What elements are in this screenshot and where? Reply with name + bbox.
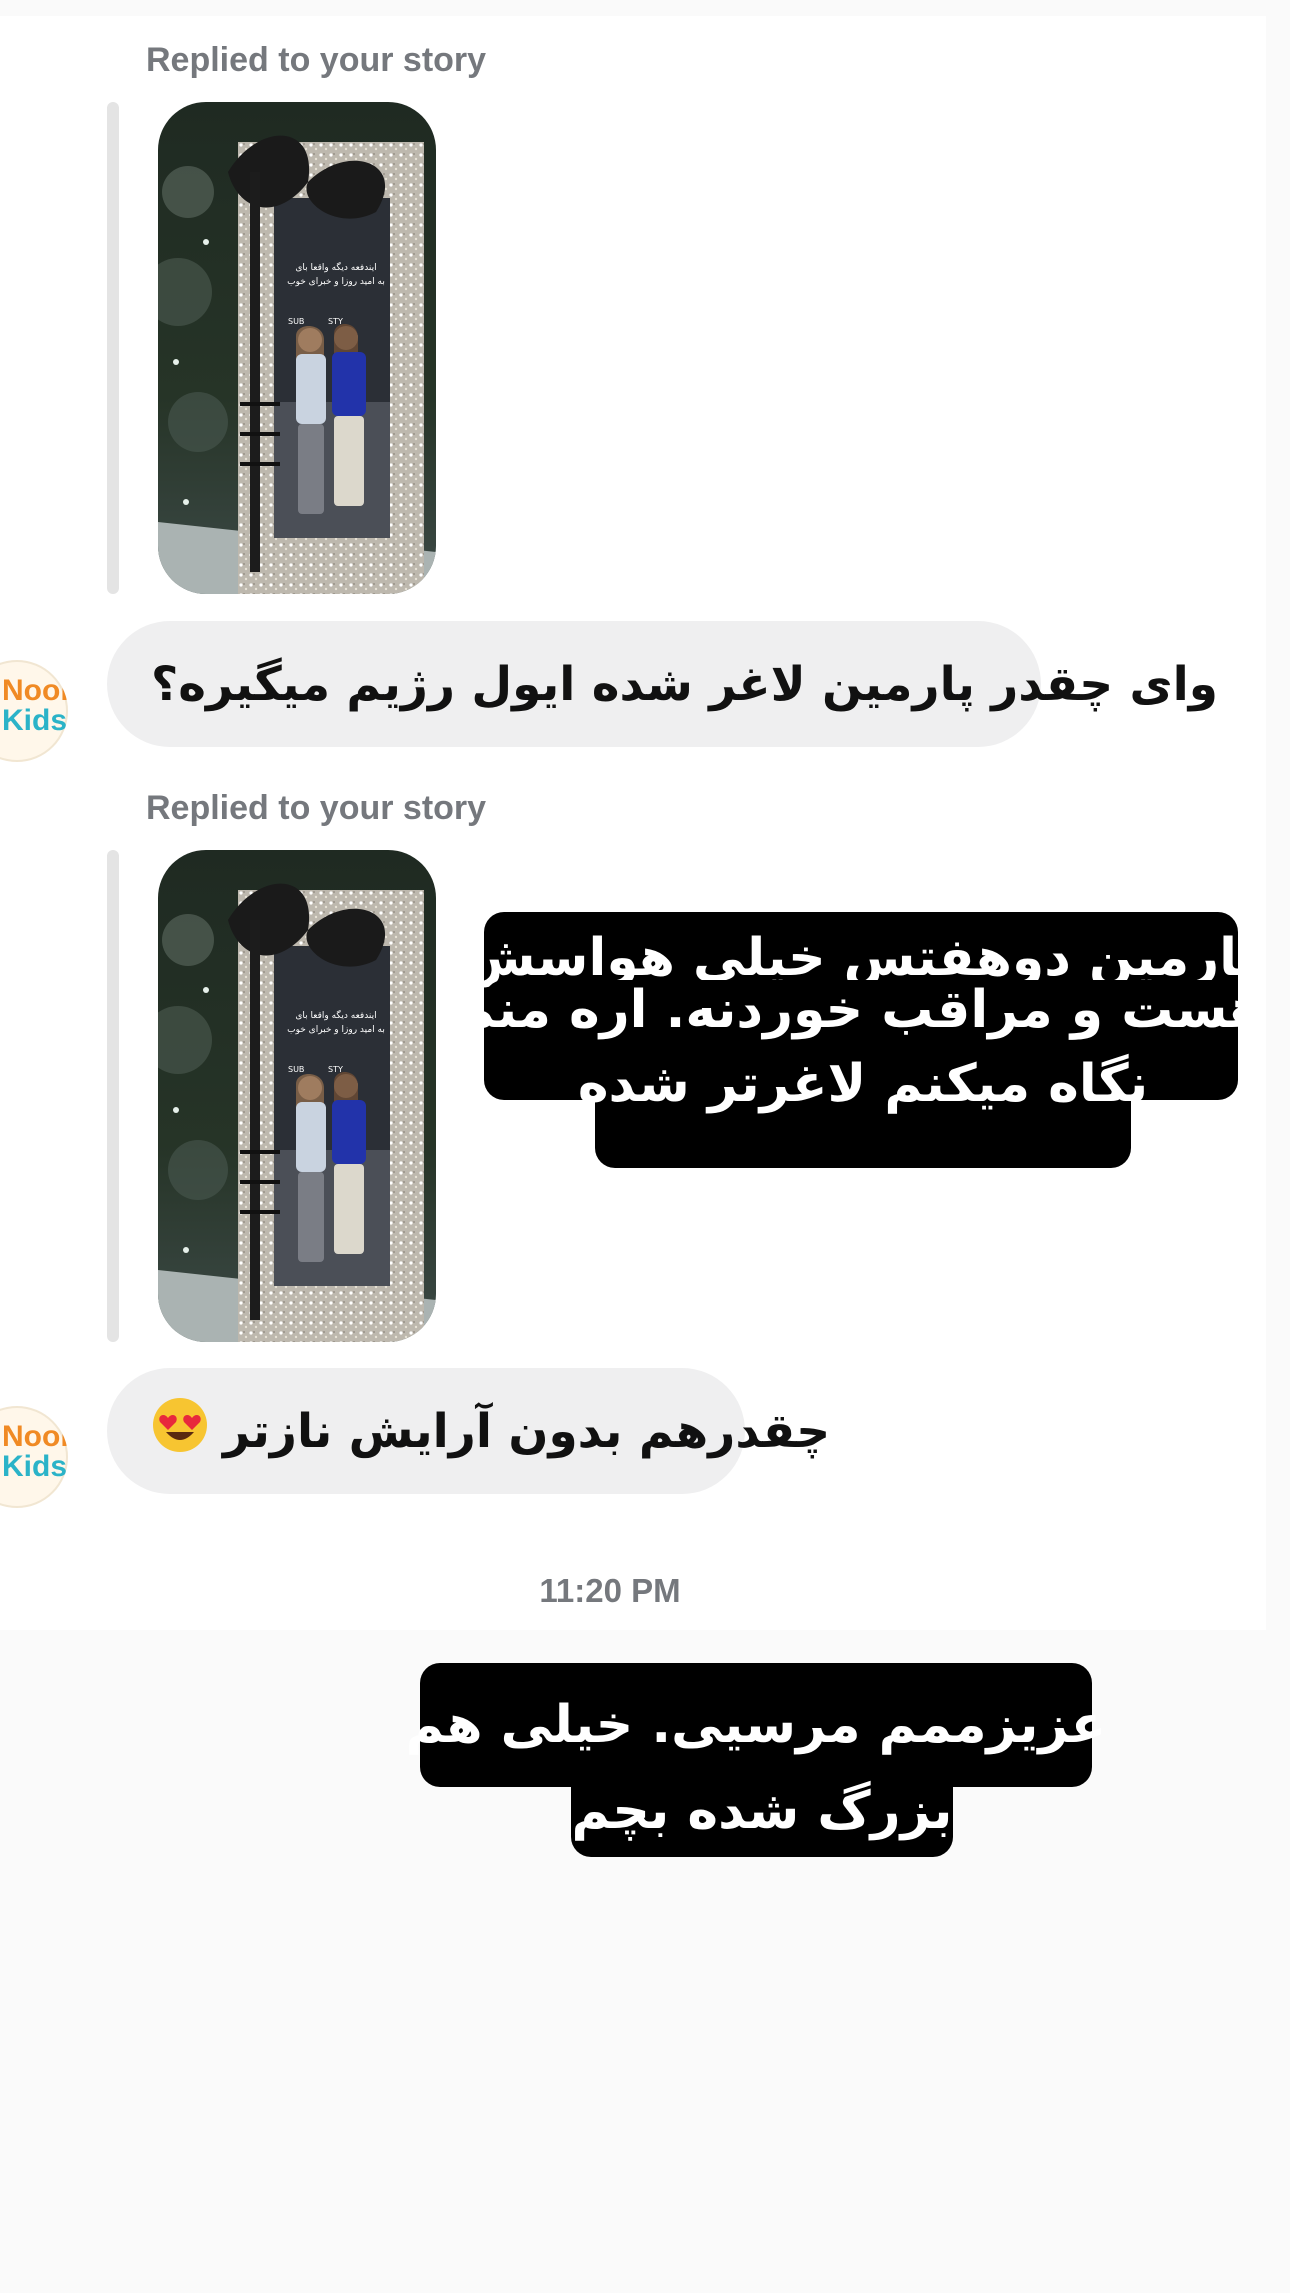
story-image: ایندفعه دیگه واقعا بای به امید روزا و خب… [158, 850, 436, 1342]
story-caption-1: ایندفعه دیگه واقعا بای [295, 261, 376, 273]
story-thumbnail[interactable]: ایندفعه دیگه واقعا بای به امید روزا و خب… [158, 102, 436, 594]
message-bubble[interactable]: وای چقدر پارمین لاغر شده ایول رژیم میگیر… [107, 621, 1218, 747]
sender-avatar[interactable]: Noor Kidss [0, 1406, 68, 1508]
replied-to-story-label: Replied to your story [146, 41, 487, 79]
overlay-line: بزرگ شده بچم [571, 1765, 953, 1857]
message-timestamp: 11:20 PM [539, 1572, 681, 1609]
story-caption-2: به امید روزا و خبرای خوب [287, 277, 385, 287]
message-bubble[interactable]: چقدرهم بدون آرایش نازتر [107, 1368, 830, 1494]
story-sign-1: SUB [288, 1065, 304, 1074]
message-text: وای چقدر پارمین لاغر شده ایول رژیم میگیر… [151, 656, 1218, 712]
story-image: ایندفعه دیگه واقعا بای به امید روزا و خب… [158, 102, 436, 594]
story-thumbnail[interactable]: ایندفعه دیگه واقعا بای به امید روزا و خب… [158, 850, 436, 1342]
story-quote-bar [107, 102, 119, 594]
avatar-logo: Noor Kidss [2, 1420, 68, 1483]
story-quote-bar [107, 850, 119, 1342]
story-caption-2: به امید روزا و خبرای خوب [287, 1025, 385, 1035]
sender-avatar[interactable]: Noor Kidss [0, 660, 68, 762]
message-text: چقدرهم بدون آرایش نازتر [223, 1403, 831, 1459]
avatar-logo: Noor Kidss [2, 674, 68, 737]
overlay-line: نگاه میکنم لاغرتر شده [578, 1040, 1148, 1168]
replied-to-story-label: Replied to your story [146, 789, 487, 827]
chat-thread-card: Replied to your story ایندفعه دیگه واقعا… [0, 16, 1266, 1630]
story-caption-1: ایندفعه دیگه واقعا بای [295, 1009, 376, 1021]
heart-eyes-emoji-icon [151, 1396, 209, 1466]
overlay-line: هست و مراقب خوردنه. اره منم [456, 980, 1266, 1040]
story-sign-1: SUB [288, 317, 304, 326]
